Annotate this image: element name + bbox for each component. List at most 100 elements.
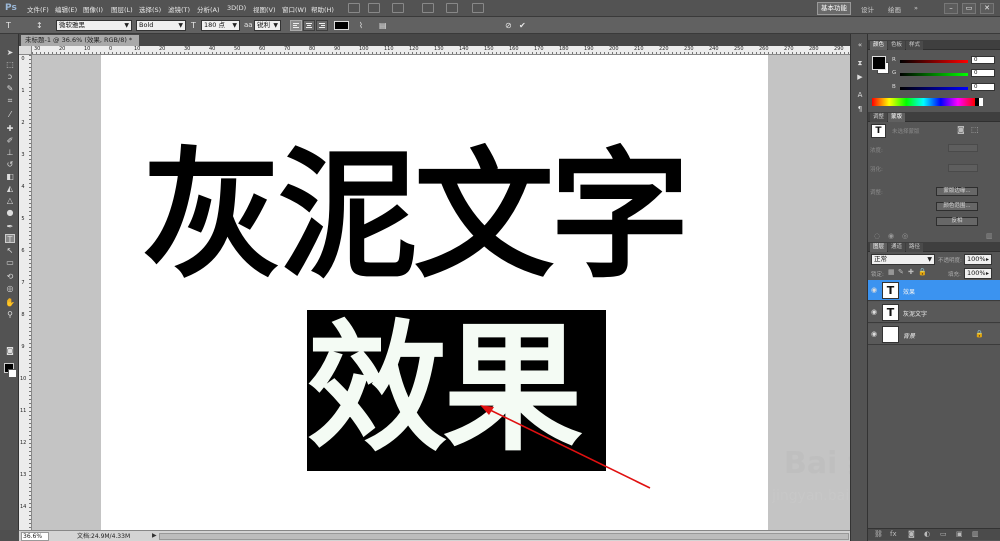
path-select-tool-icon[interactable]: ↖ [5, 246, 15, 255]
eyedropper-tool-icon[interactable]: ⁄ [5, 110, 15, 119]
link-layers-icon[interactable]: ⛓ [874, 530, 883, 538]
actions-panel-icon[interactable]: ▶ [855, 72, 865, 82]
cancel-edits-icon[interactable]: ⊘ [505, 21, 512, 30]
visibility-mask-icon[interactable]: ◎ [902, 232, 908, 240]
status-menu-arrow-icon[interactable]: ▶ [152, 532, 157, 539]
type-tool-icon[interactable]: T [6, 21, 11, 30]
collapse-panels-icon[interactable]: « [855, 40, 865, 50]
tab-layers[interactable]: 图层 [870, 243, 888, 252]
dodge-tool-icon[interactable]: ● [5, 208, 15, 217]
red-value-field[interactable]: 0 [971, 56, 995, 64]
layer-style-icon[interactable]: fx [890, 530, 897, 538]
lock-image-icon[interactable]: ✎ [898, 268, 904, 276]
brush-tool-icon[interactable]: ✐ [5, 136, 15, 145]
color-range-button[interactable]: 颜色范围... [936, 202, 978, 211]
menu-edit[interactable]: 编辑(E) [55, 4, 77, 14]
pen-tool-icon[interactable]: ✒ [5, 222, 15, 231]
restore-button[interactable]: ▭ [962, 3, 976, 14]
opacity-field[interactable]: 100% ▸ [964, 254, 992, 265]
type-tool-icon[interactable]: T [5, 234, 15, 244]
character-panel-icon[interactable]: ▤ [379, 21, 387, 30]
green-value-field[interactable]: 0 [971, 69, 995, 77]
crop-tool-icon[interactable]: ⌗ [5, 96, 15, 105]
lock-position-icon[interactable]: ✚ [908, 268, 914, 276]
font-family-select[interactable]: 微软雅黑 ▼ [56, 20, 132, 31]
visibility-eye-icon[interactable]: ◉ [871, 286, 877, 294]
menu-window[interactable]: 窗口(W) [282, 4, 307, 14]
workspace-more-icon[interactable]: » [914, 4, 918, 12]
horizontal-ruler[interactable]: 30 20 10 0 10 20 30 40 50 60 70 80 90 100 110 120 130 140… [32, 46, 850, 55]
menu-help[interactable]: 帮助(H) [311, 4, 334, 14]
green-slider[interactable] [900, 73, 968, 76]
tab-channels[interactable]: 通道 [888, 243, 906, 252]
menu-3d[interactable]: 3D(D) [227, 4, 246, 12]
hand-tool-icon[interactable]: ✋ [5, 298, 15, 307]
menu-layer[interactable]: 图层(L) [111, 4, 133, 14]
pixel-mask-icon[interactable]: ◙ [957, 125, 965, 134]
commit-edits-icon[interactable]: ✔ [519, 21, 526, 30]
character-panel-icon[interactable]: A [855, 90, 865, 100]
zoom-level-field[interactable]: 36.6% [21, 532, 49, 541]
paint-bucket-tool-icon[interactable]: ◭ [5, 184, 15, 193]
color-panel-foreground[interactable] [872, 56, 886, 70]
clone-stamp-tool-icon[interactable]: ⊥ [5, 148, 15, 157]
horizontal-scrollbar[interactable] [159, 533, 849, 540]
tab-adjustments[interactable]: 调整 [870, 113, 888, 122]
document-size-info[interactable]: 文档:24.9M/4.33M [77, 532, 130, 541]
mask-edge-button[interactable]: 蒙版边缘... [936, 187, 978, 196]
ruler-origin[interactable] [19, 46, 32, 55]
tab-masks[interactable]: 蒙版 [888, 113, 906, 122]
menu-analysis[interactable]: 分析(A) [197, 4, 220, 14]
close-window-button[interactable]: ✕ [980, 3, 994, 14]
apply-mask-icon[interactable]: ◉ [888, 232, 894, 240]
layer-row-clay-text[interactable]: ◉ T 灰泥文字 [868, 302, 1000, 323]
lasso-tool-icon[interactable]: ↄ [5, 72, 15, 81]
antialias-select[interactable]: 锐利 ▼ [254, 20, 281, 31]
history-brush-tool-icon[interactable]: ↺ [5, 160, 15, 169]
load-selection-icon[interactable]: ◌ [874, 232, 880, 240]
align-left-button[interactable] [290, 20, 302, 31]
3d-rotate-tool-icon[interactable]: ⟲ [5, 272, 15, 281]
background-color-swatch[interactable] [8, 369, 17, 378]
fill-field[interactable]: 100% ▸ [964, 268, 992, 279]
toggle-orientation-icon[interactable]: ↕ [36, 21, 43, 30]
healing-brush-tool-icon[interactable]: ✚ [5, 124, 15, 133]
tab-swatches[interactable]: 色板 [888, 41, 906, 50]
blue-slider[interactable] [900, 87, 968, 90]
spectrum-white-chip[interactable] [979, 98, 983, 106]
workspace-painting-link[interactable]: 绘画 [888, 4, 901, 14]
workspace-essentials-button[interactable]: 基本功能 [817, 2, 851, 15]
shape-tool-icon[interactable]: ▭ [5, 258, 15, 267]
history-panel-icon[interactable]: ⧗ [855, 58, 865, 68]
document-tab[interactable]: 未标题-1 @ 36.6% (效果, RGB/8) * [21, 35, 139, 46]
3d-orbit-tool-icon[interactable]: ◎ [5, 284, 15, 293]
align-center-button[interactable] [303, 20, 315, 31]
marquee-tool-icon[interactable]: ⬚ [5, 60, 15, 69]
lock-all-icon[interactable]: 🔒 [918, 268, 927, 276]
arrange-docs-icon[interactable] [446, 3, 458, 13]
menu-image[interactable]: 图像(I) [83, 4, 103, 14]
paragraph-panel-icon[interactable]: ¶ [855, 104, 865, 114]
workspace-design-link[interactable]: 设计 [861, 4, 874, 14]
menu-view[interactable]: 视图(V) [253, 4, 276, 14]
quick-select-tool-icon[interactable]: ✎ [5, 84, 15, 93]
color-spectrum-bar[interactable] [872, 98, 975, 106]
quick-mask-icon[interactable]: ◙ [5, 346, 15, 355]
menu-select[interactable]: 选择(S) [139, 4, 161, 14]
invert-button[interactable]: 反相 [936, 217, 978, 226]
font-size-select[interactable]: 180 点 ▼ [201, 20, 240, 31]
new-layer-icon[interactable]: ▣ [956, 530, 963, 538]
tab-color[interactable]: 颜色 [870, 41, 888, 50]
layer-name[interactable]: 灰泥文字 [903, 309, 927, 318]
vertical-ruler[interactable]: 0 1 2 3 4 5 6 7 8 9 10 11 12 13 14 [19, 55, 32, 530]
red-slider[interactable] [900, 60, 968, 63]
canvas-text-line1[interactable]: 灰泥文字 [142, 132, 742, 302]
menu-file[interactable]: 文件(F) [27, 4, 49, 14]
text-color-swatch[interactable] [334, 21, 349, 30]
mini-bridge-icon[interactable] [368, 3, 380, 13]
visibility-eye-icon[interactable]: ◉ [871, 330, 877, 338]
add-mask-icon[interactable]: ◙ [908, 530, 915, 538]
delete-mask-icon[interactable]: ▥ [986, 232, 993, 240]
align-right-button[interactable] [316, 20, 328, 31]
layer-row-effect[interactable]: ◉ T 效果 [868, 280, 1000, 301]
